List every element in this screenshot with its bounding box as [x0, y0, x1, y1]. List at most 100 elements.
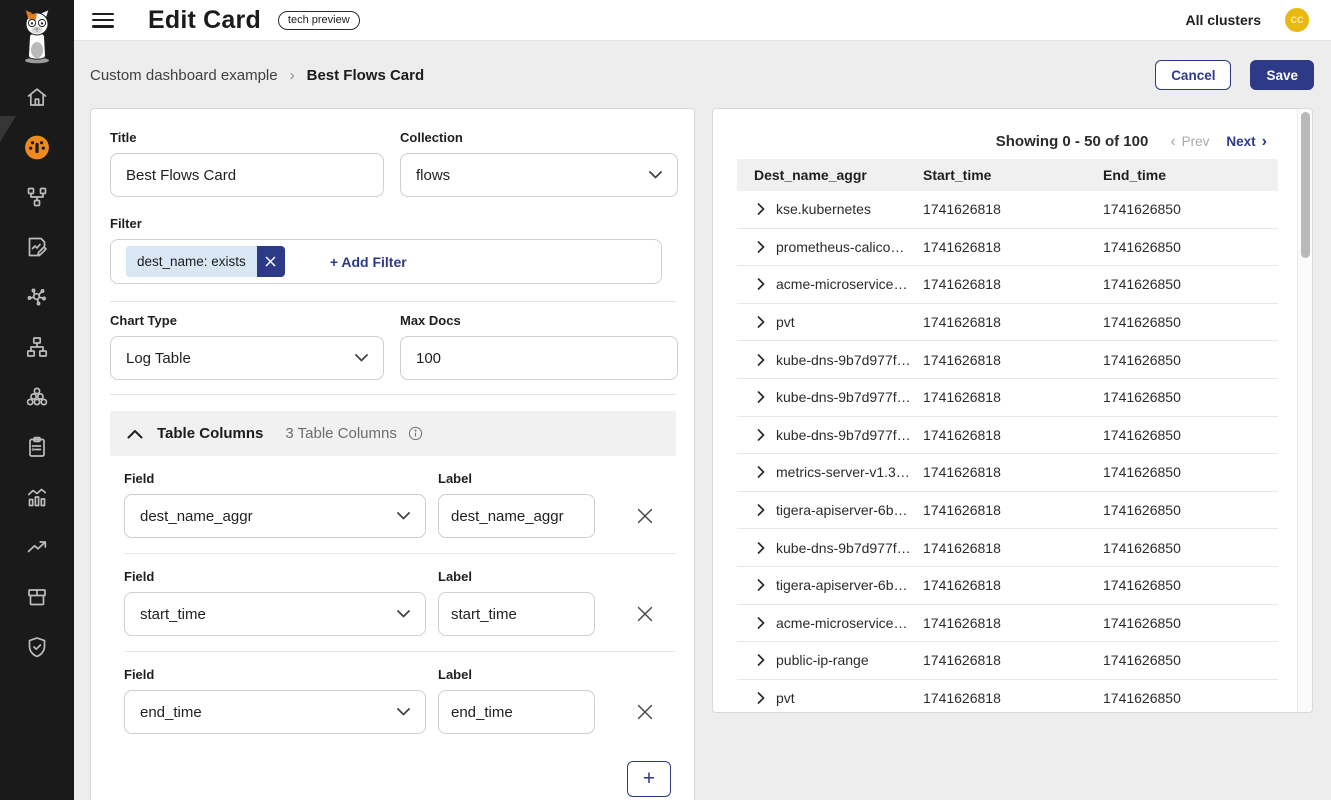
field-select[interactable]: dest_name_aggr: [124, 494, 426, 538]
save-button[interactable]: Save: [1250, 60, 1314, 90]
table-row[interactable]: tigera-apiserver-6b… 1741626818 17416268…: [737, 567, 1278, 605]
table-row[interactable]: prometheus-calico… 1741626818 1741626850: [737, 229, 1278, 267]
dest-name-aggr-value: kube-dns-9b7d977f…: [776, 540, 911, 556]
cluster-nodes-icon[interactable]: [24, 384, 50, 410]
info-icon[interactable]: [407, 425, 424, 442]
chevron-right-icon[interactable]: [757, 466, 765, 478]
end-time-value: 1741626850: [1103, 389, 1278, 405]
chart-type-select[interactable]: Log Table: [110, 336, 384, 380]
preview-table: Dest_name_aggr Start_time End_time kse.k…: [737, 159, 1278, 713]
remove-column-button[interactable]: [637, 592, 653, 636]
sidebar: [0, 0, 74, 800]
chevron-right-icon[interactable]: [757, 504, 765, 516]
column-header-dest-name-aggr[interactable]: Dest_name_aggr: [737, 167, 923, 183]
table-row[interactable]: public-ip-range 1741626818 1741626850: [737, 642, 1278, 680]
table-row[interactable]: pvt 1741626818 1741626850: [737, 304, 1278, 342]
chevron-right-icon[interactable]: [757, 354, 765, 366]
remove-filter-button[interactable]: [257, 246, 285, 277]
column-header-start-time[interactable]: Start_time: [923, 167, 1103, 183]
table-columns-list: Field dest_name_aggr Label dest_name_agg…: [110, 456, 676, 749]
scrollbar-track[interactable]: [1297, 109, 1312, 712]
dest-name-aggr-value: acme-microservice…: [776, 615, 907, 631]
report-edit-icon[interactable]: [24, 234, 50, 260]
filter-label: Filter: [110, 216, 676, 231]
service-graph-icon[interactable]: [24, 184, 50, 210]
scrollbar-thumb[interactable]: [1301, 112, 1310, 258]
divider: [110, 301, 676, 302]
start-time-value: 1741626818: [923, 577, 1103, 593]
dest-name-aggr-value: kube-dns-9b7d977f…: [776, 389, 911, 405]
table-row[interactable]: acme-microservice… 1741626818 1741626850: [737, 266, 1278, 304]
end-time-value: 1741626850: [1103, 690, 1278, 706]
box-icon[interactable]: [24, 584, 50, 610]
chevron-right-icon[interactable]: [757, 278, 765, 290]
table-columns-accordion[interactable]: Table Columns 3 Table Columns: [110, 411, 676, 456]
title-label: Title: [110, 130, 384, 145]
prev-page-button[interactable]: ‹ Prev: [1170, 134, 1209, 150]
remove-column-button[interactable]: [637, 494, 653, 538]
label-input[interactable]: start_time: [438, 592, 595, 636]
field-select[interactable]: end_time: [124, 690, 426, 734]
bar-chart-icon[interactable]: [24, 484, 50, 510]
breadcrumb-parent[interactable]: Custom dashboard example: [90, 67, 278, 84]
start-time-value: 1741626818: [923, 690, 1103, 706]
cancel-button[interactable]: Cancel: [1155, 60, 1231, 90]
add-filter-button[interactable]: + Add Filter: [330, 254, 407, 270]
avatar[interactable]: CC: [1285, 8, 1309, 32]
table-row[interactable]: metrics-server-v1.3… 1741626818 17416268…: [737, 454, 1278, 492]
table-row[interactable]: kse.kubernetes 1741626818 1741626850: [737, 191, 1278, 229]
cluster-selector[interactable]: All clusters: [1186, 12, 1261, 28]
divider: [110, 394, 676, 395]
chevron-right-icon[interactable]: [757, 654, 765, 666]
chevron-right-icon[interactable]: [757, 316, 765, 328]
dest-name-aggr-value: kube-dns-9b7d977f…: [776, 427, 911, 443]
chevron-right-icon[interactable]: [757, 429, 765, 441]
calico-cat-logo[interactable]: [11, 8, 63, 66]
add-column-button[interactable]: +: [627, 761, 671, 797]
label-input[interactable]: dest_name_aggr: [438, 494, 595, 538]
page-head: Custom dashboard example › Best Flows Ca…: [90, 60, 1314, 90]
table-row[interactable]: pvt 1741626818 1741626850: [737, 680, 1278, 713]
dashboards-gauge-icon[interactable]: [24, 134, 50, 160]
table-row[interactable]: acme-microservice… 1741626818 1741626850: [737, 605, 1278, 643]
shield-check-icon[interactable]: [24, 634, 50, 660]
trend-arrow-icon[interactable]: [24, 534, 50, 560]
table-row[interactable]: kube-dns-9b7d977f… 1741626818 1741626850: [737, 379, 1278, 417]
column-header-end-time[interactable]: End_time: [1103, 167, 1278, 183]
chevron-right-icon[interactable]: [757, 617, 765, 629]
hamburger-menu-icon[interactable]: [92, 13, 114, 28]
table-column-row: Field start_time Label start_time: [124, 553, 676, 651]
field-select[interactable]: start_time: [124, 592, 426, 636]
filter-input[interactable]: dest_name: exists + Add Filter: [110, 239, 662, 284]
collection-select[interactable]: flows: [400, 153, 678, 197]
label-input[interactable]: end_time: [438, 690, 595, 734]
sidebar-active-wedge: [0, 116, 16, 142]
chevron-right-icon[interactable]: [757, 692, 765, 704]
end-time-value: 1741626850: [1103, 652, 1278, 668]
sitemap-icon[interactable]: [24, 334, 50, 360]
max-docs-input[interactable]: 100: [400, 336, 678, 380]
end-time-value: 1741626850: [1103, 427, 1278, 443]
end-time-value: 1741626850: [1103, 502, 1278, 518]
sidebar-nav: [24, 84, 50, 660]
field-label: Field: [124, 667, 426, 682]
chevron-right-icon[interactable]: [757, 579, 765, 591]
chevron-right-icon[interactable]: [757, 542, 765, 554]
chevron-right-icon[interactable]: [757, 241, 765, 253]
table-row[interactable]: kube-dns-9b7d977f… 1741626818 1741626850: [737, 341, 1278, 379]
topbar: Edit Card tech preview All clusters CC: [74, 0, 1331, 41]
table-row[interactable]: tigera-apiserver-6b… 1741626818 17416268…: [737, 492, 1278, 530]
home-icon[interactable]: [24, 84, 50, 110]
chevron-right-icon[interactable]: [757, 391, 765, 403]
chevron-right-icon[interactable]: [757, 203, 765, 215]
table-row[interactable]: kube-dns-9b7d977f… 1741626818 1741626850: [737, 529, 1278, 567]
title-input[interactable]: Best Flows Card: [110, 153, 384, 197]
remove-column-button[interactable]: [637, 690, 653, 734]
table-row[interactable]: kube-dns-9b7d977f… 1741626818 1741626850: [737, 417, 1278, 455]
next-page-button[interactable]: Next ›: [1226, 134, 1267, 150]
start-time-value: 1741626818: [923, 464, 1103, 480]
breadcrumb-separator: ›: [290, 67, 295, 84]
connections-graph-icon[interactable]: [24, 284, 50, 310]
clipboard-icon[interactable]: [24, 434, 50, 460]
dest-name-aggr-value: tigera-apiserver-6b…: [776, 577, 908, 593]
